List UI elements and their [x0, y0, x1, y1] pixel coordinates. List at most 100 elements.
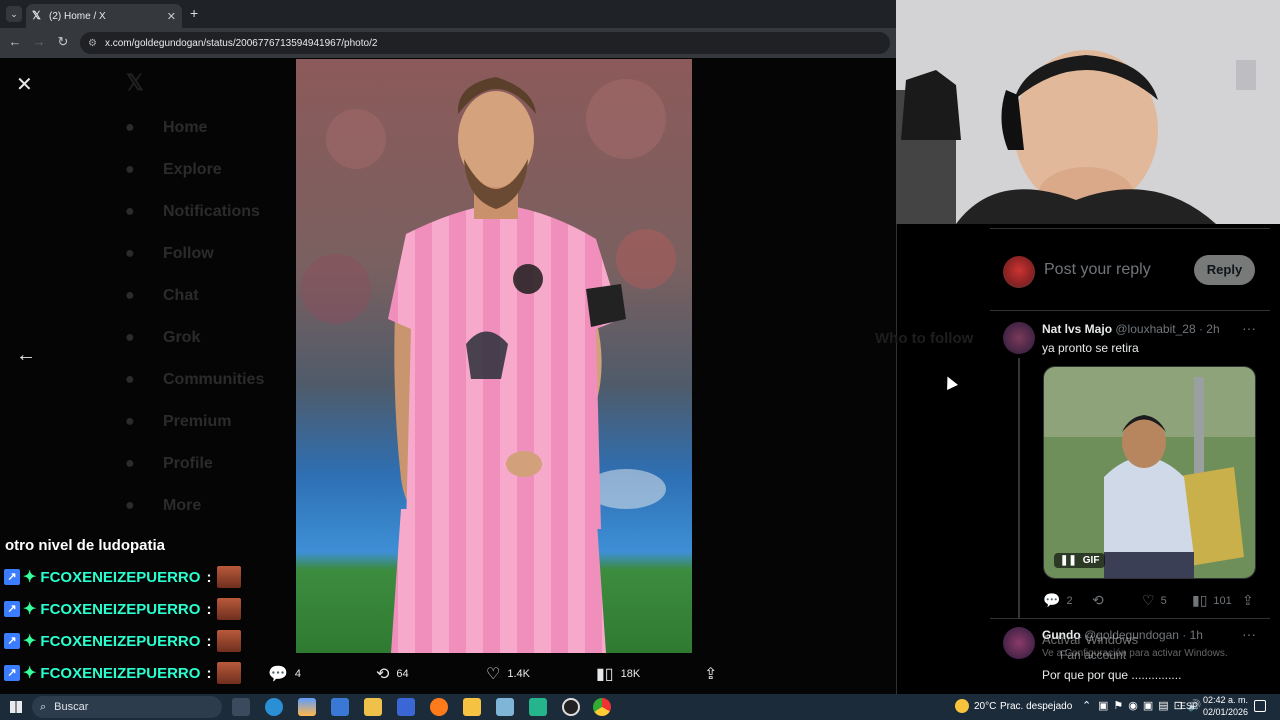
tab-title: (2) Home / X — [49, 10, 106, 22]
app-icon[interactable] — [397, 698, 415, 716]
firefox-icon[interactable] — [430, 698, 448, 716]
views-icon[interactable]: ▮▯ — [596, 664, 614, 684]
reply-icon[interactable]: 💬 — [1043, 592, 1060, 609]
clock-time[interactable]: 02:42 a. m. — [1203, 695, 1248, 705]
gem-icon: ✦ — [23, 665, 37, 682]
gem-icon: ✦ — [23, 601, 37, 618]
explorer-icon[interactable] — [463, 698, 481, 716]
badge-icon: ↗ — [4, 569, 20, 585]
emote-icon — [217, 630, 242, 652]
ghost-nav-icon: ● — [125, 245, 135, 262]
tab-close-icon[interactable]: ✕ — [167, 10, 176, 23]
more-options-icon[interactable]: ··· — [1242, 320, 1256, 336]
windows-taskbar: ⌕ Buscar 20°C Prac. despejado ⌃ ▣⚑◉▣▤⊡🔊 … — [0, 694, 1280, 720]
ghost-nav-item: ● Premium — [125, 413, 247, 431]
reply-button[interactable]: Reply — [1194, 255, 1255, 285]
share-action[interactable]: ⇪ — [704, 664, 724, 684]
app-icon[interactable] — [529, 698, 547, 716]
gif-badge[interactable]: ❚❚ GIF — [1054, 553, 1106, 568]
views-action[interactable]: ▮▯ 18K — [596, 664, 640, 684]
site-info-icon[interactable]: ⚙ — [88, 38, 97, 49]
arrow-left-icon[interactable]: ← — [16, 344, 36, 367]
weather-icon[interactable] — [955, 699, 969, 713]
repost-icon[interactable]: ⟲ — [1092, 592, 1104, 609]
ghost-nav-item: ● Chat — [125, 287, 215, 305]
ghost-nav-label: More — [163, 497, 202, 514]
tray-chevron-icon[interactable]: ⌃ — [1082, 699, 1091, 712]
url-text: x.com/goldegundogan/status/2006776713594… — [104, 37, 378, 49]
more-options-icon[interactable]: ··· — [1242, 626, 1256, 642]
browser-tab[interactable]: 𝕏 (2) Home / X ✕ — [26, 4, 182, 28]
comment-reply-count: 2 — [1066, 594, 1073, 607]
emote-icon — [217, 598, 242, 620]
comment-reposts[interactable]: ⟲ — [1092, 592, 1110, 609]
repost-action[interactable]: ⟲ 64 — [376, 664, 409, 684]
comment-share[interactable]: ⇪ — [1242, 592, 1260, 609]
comment-avatar — [1003, 627, 1035, 659]
back-icon[interactable]: ← — [6, 34, 24, 49]
ghost-nav-item: ● Notifications — [125, 203, 276, 221]
chrome-icon[interactable] — [593, 698, 611, 716]
weather-desc[interactable]: Prac. despejado — [1000, 701, 1072, 712]
heart-icon[interactable]: ♡ — [486, 664, 500, 684]
like-count: 1.4K — [507, 668, 530, 680]
badge-icon: ↗ — [4, 601, 20, 617]
outlook-icon[interactable] — [331, 698, 349, 716]
comment-avatar — [1003, 322, 1035, 354]
comment-time: · 1h — [1182, 628, 1203, 642]
forward-icon[interactable]: → — [30, 34, 48, 49]
copilot-icon[interactable] — [298, 698, 316, 716]
comment-replies[interactable]: 💬 2 — [1043, 592, 1073, 609]
reload-icon[interactable]: ↻ — [54, 34, 72, 50]
comment-author[interactable]: Nat lvs Majo — [1042, 322, 1112, 336]
chat-username[interactable]: FCOXENEIZEPUERRO — [40, 601, 200, 618]
reply-icon[interactable]: 💬 — [268, 664, 288, 684]
ghost-nav-item: ● Home — [125, 119, 223, 137]
ghost-nav-label: Explore — [163, 161, 222, 178]
chat-username[interactable]: FCOXENEIZEPUERRO — [40, 633, 200, 650]
views-icon[interactable]: ▮▯ — [1192, 592, 1207, 609]
ghost-nav-icon: ● — [125, 119, 135, 136]
badge-icon: ↗ — [4, 633, 20, 649]
start-icon[interactable] — [10, 701, 22, 713]
pause-icon[interactable]: ❚❚ — [1060, 555, 1077, 566]
share-icon[interactable]: ⇪ — [1242, 592, 1254, 609]
taskbar-search[interactable]: ⌕ Buscar — [32, 696, 222, 718]
task-view-icon[interactable] — [232, 698, 250, 716]
ghost-nav-item: ● Grok — [125, 329, 216, 347]
repost-icon[interactable]: ⟲ — [376, 664, 389, 684]
reply-input[interactable]: Post your reply — [1044, 261, 1151, 279]
new-tab-button[interactable]: + — [190, 5, 198, 21]
ghost-nav-item: ● Follow — [125, 245, 230, 263]
ghost-nav-label: Follow — [163, 245, 214, 262]
share-icon[interactable]: ⇪ — [704, 664, 717, 684]
edge-icon[interactable] — [265, 698, 283, 716]
language-indicator[interactable]: ESP — [1180, 701, 1198, 711]
ghost-nav-label: Chat — [163, 287, 199, 304]
app-icon[interactable] — [496, 698, 514, 716]
soccer-player-photo — [296, 59, 692, 653]
like-action[interactable]: ♡ 1.4K — [486, 664, 530, 684]
chat-username[interactable]: FCOXENEIZEPUERRO — [40, 665, 200, 682]
notification-icon[interactable] — [1254, 700, 1266, 712]
address-bar[interactable]: ⚙ x.com/goldegundogan/status/20067767135… — [80, 32, 890, 54]
heart-icon[interactable]: ♡ — [1142, 592, 1155, 609]
ghost-nav-label: Grok — [163, 329, 201, 346]
chat-username[interactable]: FCOXENEIZEPUERRO — [40, 569, 200, 586]
windows-activation-body: Ve a Configuración para activar Windows. — [1042, 648, 1228, 659]
comment-likes[interactable]: ♡ 5 — [1142, 592, 1167, 609]
ghost-nav-item: ● More — [125, 497, 217, 515]
store-icon[interactable] — [364, 698, 382, 716]
comment-handle[interactable]: @louxhabit_28 — [1115, 322, 1195, 336]
gif-image — [1044, 367, 1255, 578]
browser-tab-strip: ⌄ 𝕏 (2) Home / X ✕ + — [0, 0, 896, 28]
tab-search-button[interactable]: ⌄ — [6, 6, 22, 22]
clock-date[interactable]: 02/01/2026 — [1203, 707, 1248, 717]
obs-icon[interactable] — [562, 698, 580, 716]
comment-header: Nat lvs Majo @louxhabit_28 · 2h — [1042, 322, 1220, 336]
comment-views[interactable]: ▮▯ 101 — [1192, 592, 1232, 609]
comment-gif[interactable]: ❚❚ GIF — [1043, 366, 1256, 579]
ghost-nav-label: Profile — [163, 455, 213, 472]
weather-temp[interactable]: 20°C — [974, 701, 996, 712]
close-icon[interactable]: ✕ — [16, 72, 33, 97]
